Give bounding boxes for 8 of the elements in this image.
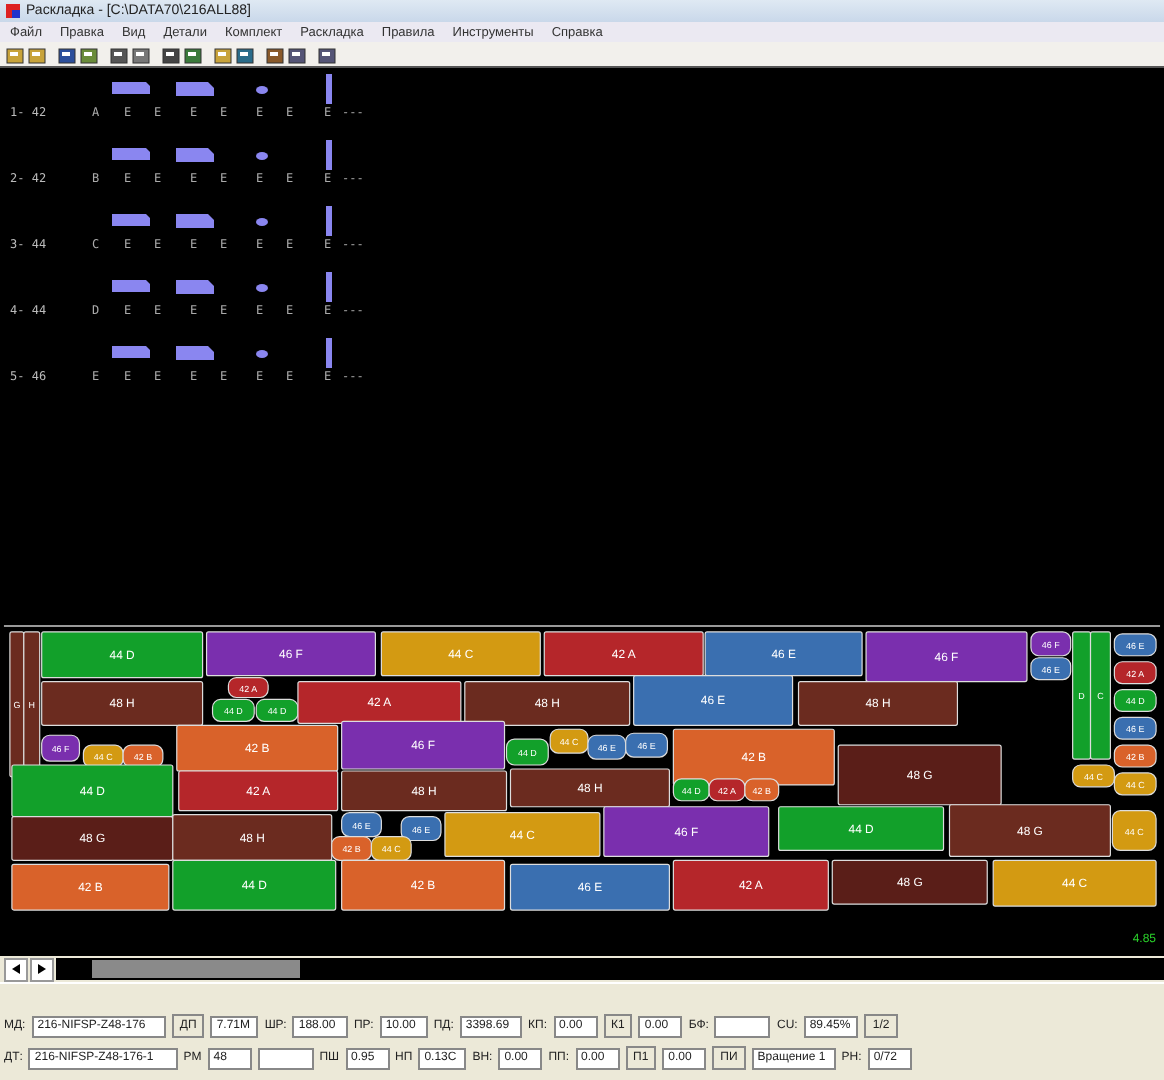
scroll-right-button[interactable] [30, 957, 54, 981]
input-field[interactable] [714, 1015, 771, 1037]
scroll-left-button[interactable] [4, 957, 28, 981]
right-arrow-icon [38, 964, 46, 974]
app-icon [6, 4, 20, 18]
left-arrow-icon [12, 964, 20, 974]
scroll-thumb[interactable] [92, 960, 300, 978]
input-field[interactable] [257, 1047, 314, 1069]
